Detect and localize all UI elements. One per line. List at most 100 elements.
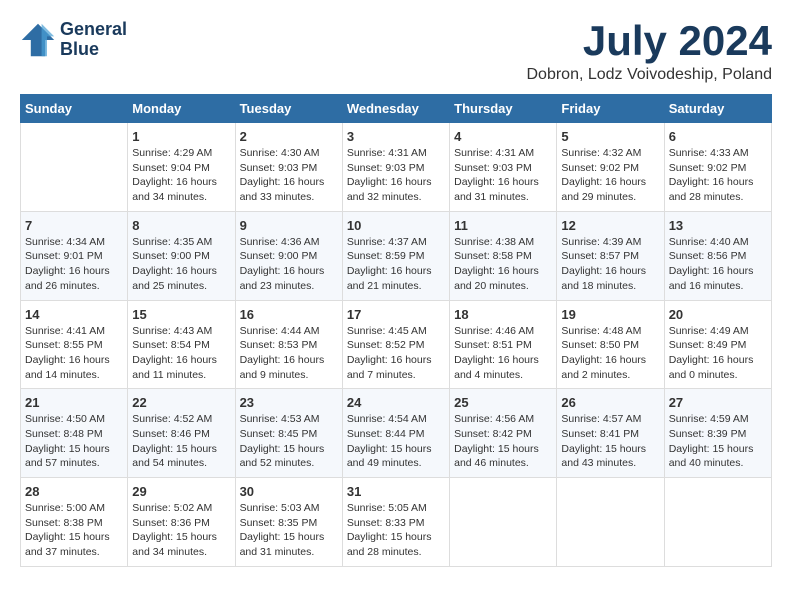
- location-title: Dobron, Lodz Voivodeship, Poland: [526, 66, 772, 84]
- day-detail: Sunrise: 5:05 AMSunset: 8:33 PMDaylight:…: [347, 502, 432, 558]
- calendar-cell: [557, 478, 664, 567]
- calendar-cell: 12 Sunrise: 4:39 AMSunset: 8:57 PMDaylig…: [557, 211, 664, 300]
- calendar-cell: [664, 478, 771, 567]
- day-number: 28: [25, 484, 123, 499]
- calendar-week-row: 7 Sunrise: 4:34 AMSunset: 9:01 PMDayligh…: [21, 211, 772, 300]
- day-number: 8: [132, 218, 230, 233]
- day-detail: Sunrise: 4:34 AMSunset: 9:01 PMDaylight:…: [25, 236, 110, 292]
- calendar-cell: 11 Sunrise: 4:38 AMSunset: 8:58 PMDaylig…: [450, 211, 557, 300]
- day-detail: Sunrise: 4:49 AMSunset: 8:49 PMDaylight:…: [669, 325, 754, 381]
- calendar-cell: 5 Sunrise: 4:32 AMSunset: 9:02 PMDayligh…: [557, 123, 664, 212]
- day-detail: Sunrise: 4:57 AMSunset: 8:41 PMDaylight:…: [561, 413, 646, 469]
- day-number: 18: [454, 307, 552, 322]
- calendar-header-row: SundayMondayTuesdayWednesdayThursdayFrid…: [21, 95, 772, 123]
- calendar-cell: 20 Sunrise: 4:49 AMSunset: 8:49 PMDaylig…: [664, 300, 771, 389]
- calendar-week-row: 21 Sunrise: 4:50 AMSunset: 8:48 PMDaylig…: [21, 389, 772, 478]
- calendar-table: SundayMondayTuesdayWednesdayThursdayFrid…: [20, 94, 772, 567]
- day-detail: Sunrise: 4:37 AMSunset: 8:59 PMDaylight:…: [347, 236, 432, 292]
- day-detail: Sunrise: 4:50 AMSunset: 8:48 PMDaylight:…: [25, 413, 110, 469]
- weekday-header: Sunday: [21, 95, 128, 123]
- day-number: 10: [347, 218, 445, 233]
- day-number: 16: [240, 307, 338, 322]
- day-detail: Sunrise: 4:53 AMSunset: 8:45 PMDaylight:…: [240, 413, 325, 469]
- day-number: 14: [25, 307, 123, 322]
- calendar-cell: 1 Sunrise: 4:29 AMSunset: 9:04 PMDayligh…: [128, 123, 235, 212]
- calendar-cell: 18 Sunrise: 4:46 AMSunset: 8:51 PMDaylig…: [450, 300, 557, 389]
- calendar-cell: 23 Sunrise: 4:53 AMSunset: 8:45 PMDaylig…: [235, 389, 342, 478]
- calendar-cell: 17 Sunrise: 4:45 AMSunset: 8:52 PMDaylig…: [342, 300, 449, 389]
- calendar-cell: 6 Sunrise: 4:33 AMSunset: 9:02 PMDayligh…: [664, 123, 771, 212]
- day-number: 26: [561, 395, 659, 410]
- day-number: 9: [240, 218, 338, 233]
- day-number: 30: [240, 484, 338, 499]
- day-number: 19: [561, 307, 659, 322]
- calendar-cell: 2 Sunrise: 4:30 AMSunset: 9:03 PMDayligh…: [235, 123, 342, 212]
- day-detail: Sunrise: 5:03 AMSunset: 8:35 PMDaylight:…: [240, 502, 325, 558]
- logo-text: General Blue: [60, 20, 127, 60]
- day-number: 24: [347, 395, 445, 410]
- calendar-cell: 26 Sunrise: 4:57 AMSunset: 8:41 PMDaylig…: [557, 389, 664, 478]
- day-number: 23: [240, 395, 338, 410]
- weekday-header: Wednesday: [342, 95, 449, 123]
- day-detail: Sunrise: 4:32 AMSunset: 9:02 PMDaylight:…: [561, 147, 646, 203]
- weekday-header: Thursday: [450, 95, 557, 123]
- day-number: 17: [347, 307, 445, 322]
- calendar-cell: 8 Sunrise: 4:35 AMSunset: 9:00 PMDayligh…: [128, 211, 235, 300]
- day-detail: Sunrise: 4:38 AMSunset: 8:58 PMDaylight:…: [454, 236, 539, 292]
- day-detail: Sunrise: 4:30 AMSunset: 9:03 PMDaylight:…: [240, 147, 325, 203]
- day-detail: Sunrise: 4:59 AMSunset: 8:39 PMDaylight:…: [669, 413, 754, 469]
- weekday-header: Tuesday: [235, 95, 342, 123]
- day-number: 2: [240, 129, 338, 144]
- day-number: 27: [669, 395, 767, 410]
- day-detail: Sunrise: 4:41 AMSunset: 8:55 PMDaylight:…: [25, 325, 110, 381]
- day-detail: Sunrise: 4:56 AMSunset: 8:42 PMDaylight:…: [454, 413, 539, 469]
- calendar-cell: 7 Sunrise: 4:34 AMSunset: 9:01 PMDayligh…: [21, 211, 128, 300]
- day-number: 11: [454, 218, 552, 233]
- calendar-week-row: 14 Sunrise: 4:41 AMSunset: 8:55 PMDaylig…: [21, 300, 772, 389]
- day-detail: Sunrise: 4:48 AMSunset: 8:50 PMDaylight:…: [561, 325, 646, 381]
- calendar-cell: 13 Sunrise: 4:40 AMSunset: 8:56 PMDaylig…: [664, 211, 771, 300]
- calendar-week-row: 1 Sunrise: 4:29 AMSunset: 9:04 PMDayligh…: [21, 123, 772, 212]
- day-number: 5: [561, 129, 659, 144]
- day-detail: Sunrise: 4:40 AMSunset: 8:56 PMDaylight:…: [669, 236, 754, 292]
- calendar-cell: 22 Sunrise: 4:52 AMSunset: 8:46 PMDaylig…: [128, 389, 235, 478]
- day-detail: Sunrise: 4:35 AMSunset: 9:00 PMDaylight:…: [132, 236, 217, 292]
- day-number: 3: [347, 129, 445, 144]
- calendar-week-row: 28 Sunrise: 5:00 AMSunset: 8:38 PMDaylig…: [21, 478, 772, 567]
- calendar-cell: 25 Sunrise: 4:56 AMSunset: 8:42 PMDaylig…: [450, 389, 557, 478]
- day-number: 22: [132, 395, 230, 410]
- calendar-cell: 30 Sunrise: 5:03 AMSunset: 8:35 PMDaylig…: [235, 478, 342, 567]
- day-detail: Sunrise: 4:31 AMSunset: 9:03 PMDaylight:…: [454, 147, 539, 203]
- day-detail: Sunrise: 4:33 AMSunset: 9:02 PMDaylight:…: [669, 147, 754, 203]
- calendar-cell: 29 Sunrise: 5:02 AMSunset: 8:36 PMDaylig…: [128, 478, 235, 567]
- calendar-cell: 14 Sunrise: 4:41 AMSunset: 8:55 PMDaylig…: [21, 300, 128, 389]
- day-number: 4: [454, 129, 552, 144]
- logo-icon: [20, 22, 56, 58]
- day-number: 13: [669, 218, 767, 233]
- day-detail: Sunrise: 4:46 AMSunset: 8:51 PMDaylight:…: [454, 325, 539, 381]
- calendar-cell: 28 Sunrise: 5:00 AMSunset: 8:38 PMDaylig…: [21, 478, 128, 567]
- weekday-header: Monday: [128, 95, 235, 123]
- day-number: 12: [561, 218, 659, 233]
- logo: General Blue: [20, 20, 127, 60]
- day-number: 31: [347, 484, 445, 499]
- day-detail: Sunrise: 5:02 AMSunset: 8:36 PMDaylight:…: [132, 502, 217, 558]
- calendar-cell: 16 Sunrise: 4:44 AMSunset: 8:53 PMDaylig…: [235, 300, 342, 389]
- day-detail: Sunrise: 4:45 AMSunset: 8:52 PMDaylight:…: [347, 325, 432, 381]
- day-number: 7: [25, 218, 123, 233]
- calendar-cell: 27 Sunrise: 4:59 AMSunset: 8:39 PMDaylig…: [664, 389, 771, 478]
- calendar-cell: 21 Sunrise: 4:50 AMSunset: 8:48 PMDaylig…: [21, 389, 128, 478]
- day-number: 21: [25, 395, 123, 410]
- calendar-cell: [450, 478, 557, 567]
- day-detail: Sunrise: 4:54 AMSunset: 8:44 PMDaylight:…: [347, 413, 432, 469]
- calendar-cell: [21, 123, 128, 212]
- calendar-cell: 4 Sunrise: 4:31 AMSunset: 9:03 PMDayligh…: [450, 123, 557, 212]
- day-number: 15: [132, 307, 230, 322]
- day-number: 6: [669, 129, 767, 144]
- day-number: 25: [454, 395, 552, 410]
- day-detail: Sunrise: 4:43 AMSunset: 8:54 PMDaylight:…: [132, 325, 217, 381]
- day-number: 29: [132, 484, 230, 499]
- calendar-cell: 24 Sunrise: 4:54 AMSunset: 8:44 PMDaylig…: [342, 389, 449, 478]
- title-section: July 2024 Dobron, Lodz Voivodeship, Pola…: [526, 20, 772, 84]
- calendar-cell: 19 Sunrise: 4:48 AMSunset: 8:50 PMDaylig…: [557, 300, 664, 389]
